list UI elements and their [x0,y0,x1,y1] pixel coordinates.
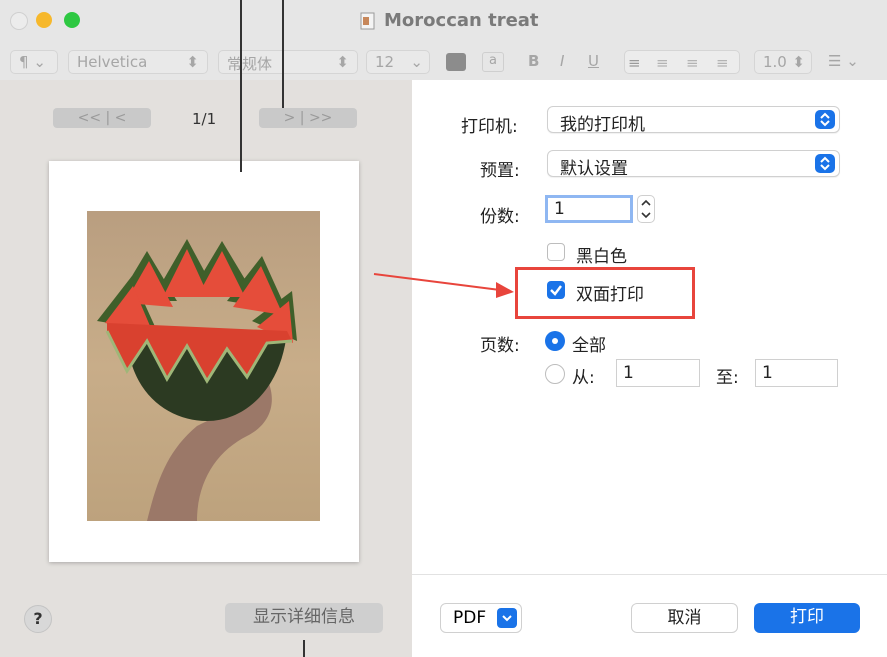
printer-value: 我的打印机 [560,115,645,135]
copies-label: 份数: [480,207,520,227]
print-button[interactable]: 打印 [754,603,860,633]
show-details-button[interactable]: 显示详细信息 [225,603,383,633]
duplex-label: 双面打印 [576,285,644,305]
chevron-down-icon [497,608,517,628]
pages-from-input[interactable]: 1 [616,359,700,387]
pages-all-label: 全部 [572,336,606,356]
chevron-updown-icon: ⬍ [336,53,349,71]
bold-button[interactable]: B [528,52,539,70]
align-center-icon[interactable]: ≡ [656,54,669,72]
list-bullets-icon[interactable]: ☰ ⌄ [828,52,859,70]
presets-popup[interactable]: 默认设置 [547,150,840,179]
font-size-value: 12 [375,53,395,71]
page-next-last-button[interactable]: > | >> [259,108,357,128]
bw-checkbox[interactable] [547,243,565,261]
minimize-window-button[interactable] [36,12,52,28]
zoom-window-button[interactable] [64,12,80,28]
font-style-popup[interactable]: 常规体 ⬍ [218,50,358,74]
font-family-popup[interactable]: Helvetica ⬍ [68,50,208,74]
cancel-button[interactable]: 取消 [631,603,738,633]
chevron-updown-icon [815,154,835,173]
pages-range-radio[interactable] [545,364,565,384]
annotation-arrow [373,273,514,298]
align-left-icon[interactable]: ≡ [628,54,641,72]
callout-line [303,640,305,657]
highlight-color-icon[interactable]: a [482,52,504,72]
page-first-prev-button[interactable]: << | < [53,108,151,128]
pages-to-input[interactable]: 1 [755,359,838,387]
duplex-checkbox[interactable] [547,281,565,299]
chevron-updown-icon: ⬍ [186,53,199,71]
paragraph-icon: ¶ [19,53,29,71]
pages-to-label: 至: [716,368,739,388]
copies-stepper[interactable] [637,195,655,223]
printer-popup[interactable]: 我的打印机 [547,106,840,135]
close-window-button[interactable] [10,12,28,30]
pages-label: 页数: [480,336,520,356]
bw-label: 黑白色 [576,247,627,267]
italic-button[interactable]: I [560,52,564,70]
window-title: Moroccan treat [384,10,539,31]
page-counter: 1/1 [192,110,217,128]
printer-label: 打印机: [461,117,518,137]
footer-divider [412,574,887,575]
align-justify-icon[interactable]: ≡ [716,54,729,72]
document-icon [360,12,375,30]
pages-all-radio[interactable] [545,331,565,351]
align-right-icon[interactable]: ≡ [686,54,699,72]
font-style-value: 常规体 [227,55,273,73]
chevron-updown-icon: ⬍ [792,53,805,71]
font-size-popup[interactable]: 12 ⌄ [366,50,430,74]
text-color-well[interactable] [446,53,466,71]
pages-from-label: 从: [572,368,595,388]
chevron-down-icon: ⌄ [410,53,423,71]
watermelon-photo [87,211,320,521]
presets-value: 默认设置 [560,159,628,179]
pdf-label: PDF [453,608,487,628]
help-button[interactable]: ? [24,605,52,633]
callout-line [282,0,284,108]
presets-label: 预置: [480,161,520,181]
font-family-value: Helvetica [77,53,148,71]
paragraph-style-popup[interactable]: ¶ ⌄ [10,50,58,74]
callout-line [240,0,242,172]
line-spacing-popup[interactable]: 1.0 ⬍ [754,50,812,74]
copies-input[interactable]: 1 [545,195,633,223]
line-spacing-value: 1.0 [763,53,787,71]
underline-button[interactable]: U [588,52,599,70]
chevron-updown-icon [815,110,835,129]
pdf-menu-button[interactable]: PDF [440,603,522,633]
